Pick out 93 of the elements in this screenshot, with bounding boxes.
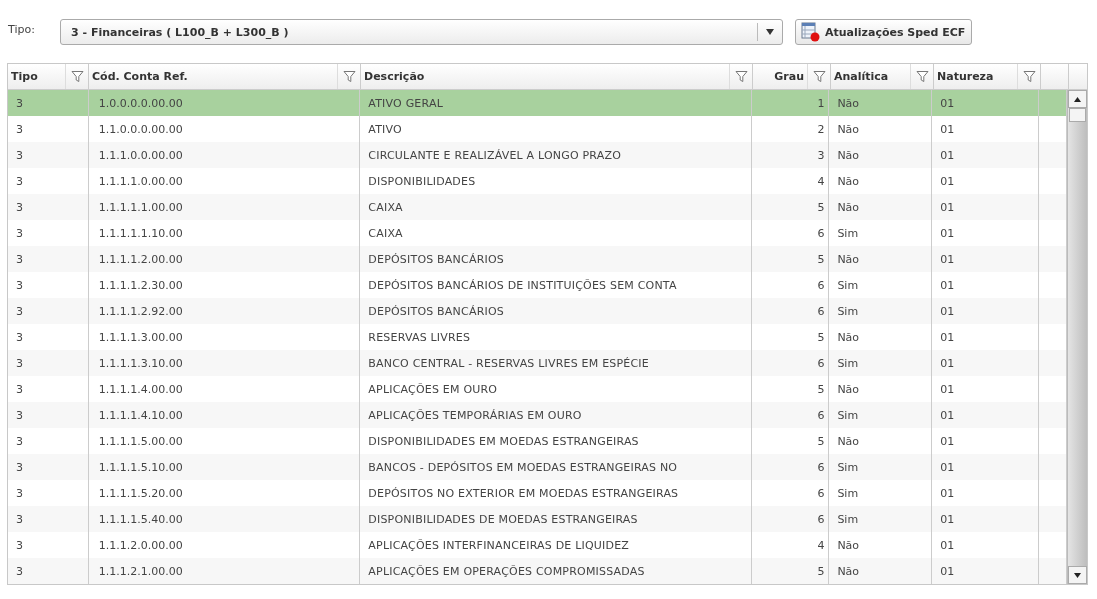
table-row[interactable]: 3 1.1.1.1.3.10.00 BANCO CENTRAL - RESERVAS LIVRES EM ESPÉCIE 6 Sim 01 (8, 350, 1067, 376)
table-cell: 01 (932, 246, 1039, 272)
table-cell: 1.1.1.1.5.40.00 (88, 506, 361, 532)
table-cell: CIRCULANTE E REALIZÁVEL A LONGO PRAZO (360, 142, 752, 168)
table-cell: 6 (751, 506, 830, 532)
table-cell: 1.1.1.1.2.92.00 (88, 298, 361, 324)
scrollbar[interactable] (1067, 90, 1087, 584)
table-row[interactable]: 3 1.1.1.1.4.10.00 APLICAÇÕES TEMPORÁRIAS EM OURO 6 Sim 01 (8, 402, 1067, 428)
table-cell: Não (829, 558, 933, 584)
table-row[interactable]: 3 1.1.1.1.1.00.00 CAIXA 5 Não 01 (8, 194, 1067, 220)
filter-icon[interactable] (812, 70, 826, 83)
table-cell: 3 (8, 402, 89, 428)
table-cell: 1 (751, 90, 830, 116)
table-cell: 6 (751, 298, 830, 324)
table-cell: 3 (751, 142, 830, 168)
filter-icon[interactable] (70, 70, 84, 83)
table-cell: Não (829, 246, 933, 272)
table-cell: 1.0.0.0.0.00.00 (88, 90, 361, 116)
up-arrow-icon (1074, 96, 1081, 102)
filter-icon[interactable] (915, 70, 929, 83)
scrollbar-thumb[interactable] (1069, 108, 1086, 122)
table-cell: Não (829, 194, 933, 220)
table-cell: 1.1.1.0.0.00.00 (88, 142, 361, 168)
table-cell: 5 (751, 194, 830, 220)
table-cell: Não (829, 90, 933, 116)
table-cell: 1.1.1.1.1.00.00 (88, 194, 361, 220)
table-cell: Sim (829, 506, 933, 532)
table-cell: 6 (751, 454, 830, 480)
type-dropdown[interactable]: 3 - Financeiras ( L100_B + L300_B ) (60, 19, 783, 45)
filter-icon[interactable] (1022, 70, 1036, 83)
table-cell: 3 (8, 194, 89, 220)
table-cell: 1.1.1.1.2.00.00 (88, 246, 361, 272)
updates-button[interactable]: Atualizações Sped ECF (795, 19, 973, 45)
table-cell: 01 (932, 194, 1039, 220)
table-cell: 01 (932, 142, 1039, 168)
table-cell: 3 (8, 506, 89, 532)
table-cell: 01 (932, 90, 1039, 116)
column-header[interactable]: Analítica (831, 64, 910, 89)
table-cell: 01 (932, 506, 1039, 532)
table-cell: 3 (8, 350, 89, 376)
table-cell: 01 (932, 402, 1039, 428)
table-cell: 5 (751, 558, 830, 584)
column-header[interactable]: Descrição (361, 64, 729, 89)
table-cell: 5 (751, 246, 830, 272)
scroll-down-button[interactable] (1068, 566, 1087, 584)
table-row[interactable]: 3 1.1.1.2.1.00.00 APLICAÇÕES EM OPERAÇÕES COMPROMISSADAS 5 Não 01 (8, 558, 1067, 584)
table-cell: 3 (8, 454, 89, 480)
table-cell: 6 (751, 350, 830, 376)
table-cell: 3 (8, 558, 89, 584)
table-cell: 01 (932, 558, 1039, 584)
field-label: Tipo: (8, 22, 36, 36)
table-cell: 1.1.1.1.5.10.00 (88, 454, 361, 480)
table-row[interactable]: 3 1.1.1.1.2.00.00 DEPÓSITOS BANCÁRIOS 5 Não 01 (8, 246, 1067, 272)
filter-icon[interactable] (734, 70, 748, 83)
table-cell: 01 (932, 350, 1039, 376)
table-cell: DEPÓSITOS BANCÁRIOS (360, 246, 752, 272)
table-cell: 3 (8, 90, 89, 116)
table-row[interactable]: 3 1.1.1.1.2.92.00 DEPÓSITOS BANCÁRIOS 6 Sim 01 (8, 298, 1067, 324)
column-header[interactable]: Cód. Conta Ref. (89, 64, 337, 89)
table-cell: 1.1.1.1.4.10.00 (88, 402, 361, 428)
table-cell: DISPONIBILIDADES DE MOEDAS ESTRANGEIRAS (360, 506, 752, 532)
column-header[interactable]: Tipo (8, 64, 65, 89)
spreadsheet-alert-icon (801, 22, 821, 42)
table-cell: APLICAÇÕES EM OPERAÇÕES COMPROMISSADAS (360, 558, 752, 584)
filter-icon[interactable] (342, 70, 356, 83)
table-cell: Sim (829, 454, 933, 480)
table-cell: 01 (932, 454, 1039, 480)
column-header[interactable]: Grau (753, 64, 807, 89)
table-cell: 6 (751, 402, 830, 428)
table-row[interactable]: 3 1.1.1.0.0.00.00 CIRCULANTE E REALIZÁVEL A LONGO PRAZO 3 Não 01 (8, 142, 1067, 168)
table-cell: Sim (829, 350, 933, 376)
table-cell: Sim (829, 402, 933, 428)
table-cell: Não (829, 142, 933, 168)
table-cell: 1.1.1.1.3.10.00 (88, 350, 361, 376)
table-cell: BANCOS - DEPÓSITOS EM MOEDAS ESTRANGEIRAS NO (360, 454, 752, 480)
table-cell: 01 (932, 298, 1039, 324)
table-cell: 3 (8, 246, 89, 272)
table-cell: ATIVO GERAL (360, 90, 752, 116)
table-cell: APLICAÇÕES TEMPORÁRIAS EM OURO (360, 402, 752, 428)
table-row[interactable]: 3 1.1.1.1.5.10.00 BANCOS - DEPÓSITOS EM MOEDAS ESTRANGEIRAS NO 6 Sim 01 (8, 454, 1067, 480)
table-cell: 3 (8, 142, 89, 168)
table-cell: CAIXA (360, 194, 752, 220)
table-row[interactable]: 3 1.1.1.1.5.40.00 DISPONIBILIDADES DE MOEDAS ESTRANGEIRAS 6 Sim 01 (8, 506, 1067, 532)
dropdown-arrow-icon[interactable] (766, 29, 774, 35)
down-arrow-icon (1074, 572, 1081, 578)
table-cell: 1.1.1.2.1.00.00 (88, 558, 361, 584)
column-header[interactable]: Natureza (934, 64, 1017, 89)
table-cell: BANCO CENTRAL - RESERVAS LIVRES EM ESPÉCIE (360, 350, 752, 376)
table-row[interactable]: 3 1.0.0.0.0.00.00 ATIVO GERAL 1 Não 01 (8, 90, 1067, 116)
scroll-up-button[interactable] (1068, 90, 1087, 108)
table-cell: Sim (829, 298, 933, 324)
table-cell: 3 (8, 298, 89, 324)
table-cell: DEPÓSITOS BANCÁRIOS (360, 298, 752, 324)
